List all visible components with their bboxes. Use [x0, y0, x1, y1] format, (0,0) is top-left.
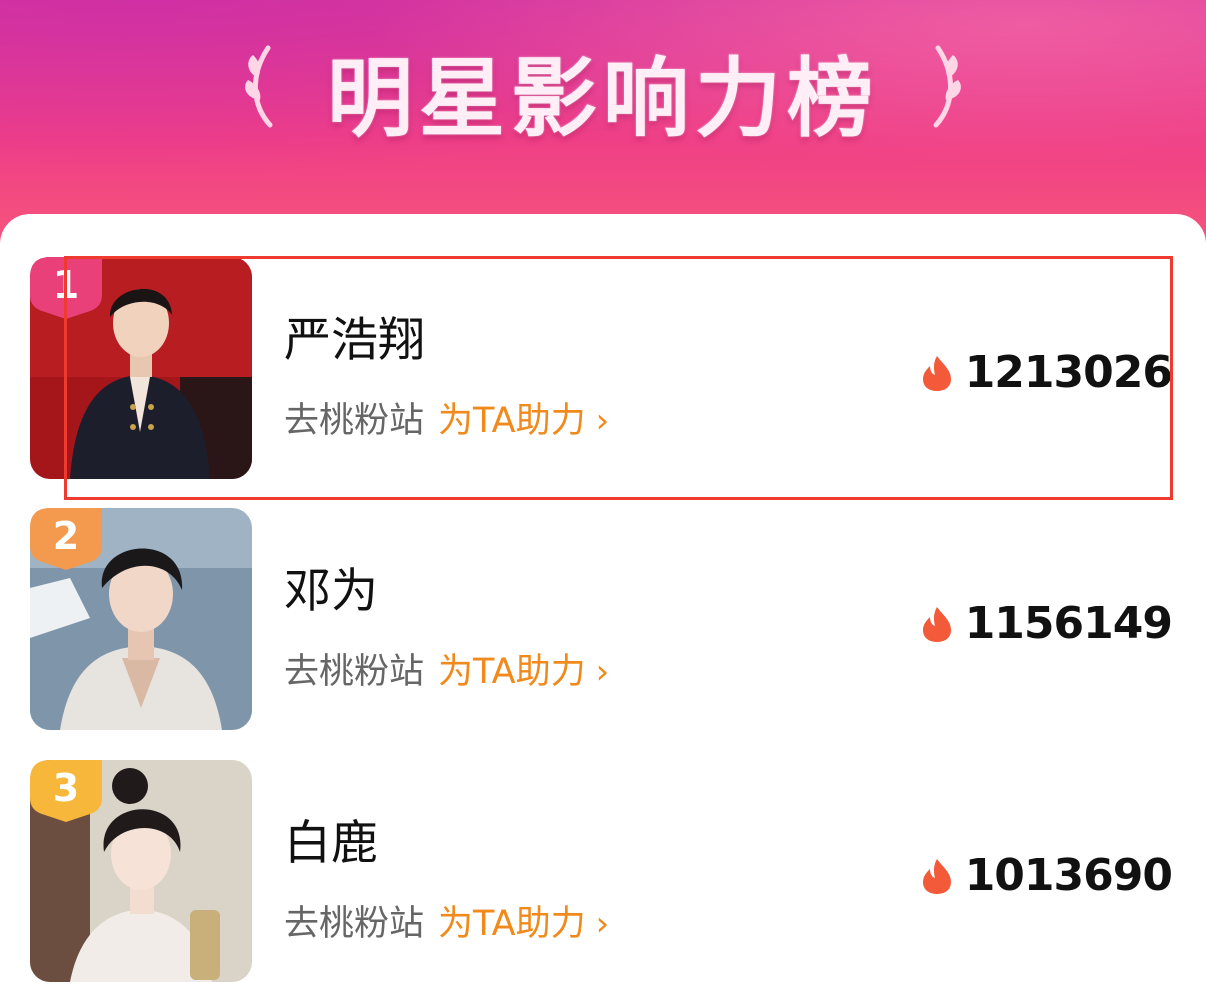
support-action-link[interactable]: 为TA助力	[438, 904, 586, 944]
chevron-right-icon: ›	[595, 652, 610, 692]
rank-number: 3	[52, 766, 80, 810]
star-name[interactable]: 白鹿	[284, 804, 378, 873]
score: 1013690	[921, 850, 1173, 901]
support-link[interactable]: 去桃粉站 为TA助力 ›	[284, 895, 609, 946]
fan-site-label: 去桃粉站	[284, 652, 425, 692]
score-value: 1013690	[964, 850, 1173, 901]
support-link[interactable]: 去桃粉站 为TA助力 ›	[284, 643, 609, 694]
rank-badge: 3	[30, 760, 102, 822]
flame-icon	[922, 606, 951, 642]
score: 1156149	[921, 598, 1173, 649]
highlight-box	[64, 256, 1173, 500]
fan-site-label: 去桃粉站	[284, 904, 425, 944]
header-banner: 明星影响力榜	[0, 0, 1206, 250]
laurel-right-icon	[933, 45, 961, 128]
list-item[interactable]: 2 邓为 去桃粉站 为TA助力 › 1156149	[0, 508, 1206, 738]
support-action-link[interactable]: 为TA助力	[438, 652, 586, 692]
score-value: 1156149	[964, 598, 1173, 649]
page-title: 明星影响力榜	[327, 49, 879, 149]
rank-badge: 2	[30, 508, 102, 570]
rank-number: 2	[52, 514, 80, 558]
chevron-right-icon: ›	[595, 904, 610, 944]
list-item[interactable]: 3 白鹿 去桃粉站 为TA助力 › 1013690	[0, 760, 1206, 990]
star-name[interactable]: 邓为	[284, 552, 378, 621]
flame-icon	[922, 858, 951, 894]
